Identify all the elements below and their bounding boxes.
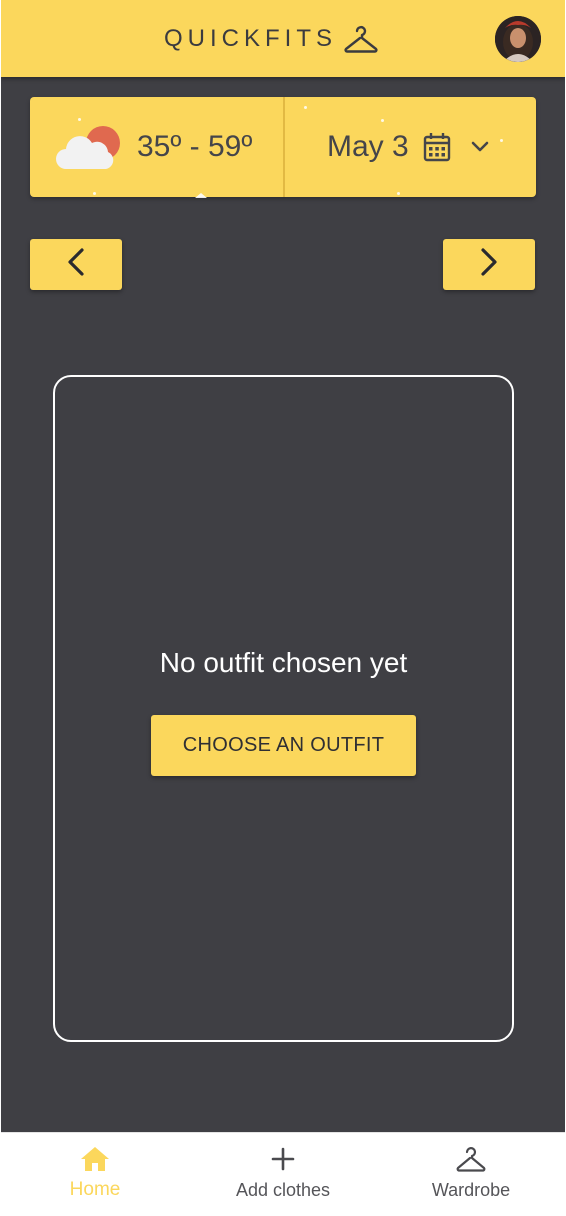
chevron-right-icon xyxy=(480,247,498,282)
tab-add-clothes[interactable]: Add clothes xyxy=(189,1133,377,1214)
tab-wardrobe[interactable]: Wardrobe xyxy=(377,1133,565,1214)
plus-icon xyxy=(270,1145,296,1173)
decor-dot xyxy=(397,192,400,195)
next-day-button[interactable] xyxy=(443,239,535,290)
hanger-icon xyxy=(343,25,379,53)
hanger-icon xyxy=(455,1145,487,1173)
decor-dot xyxy=(93,192,96,195)
outfit-panel: No outfit chosen yet CHOOSE AN OUTFIT xyxy=(53,375,514,1042)
selected-date: May 3 xyxy=(327,130,409,163)
calendar-icon xyxy=(409,132,451,162)
chevron-left-icon xyxy=(67,247,85,282)
user-avatar[interactable] xyxy=(495,16,541,62)
bottom-navigation: Home Add clothes Wardrobe xyxy=(1,1132,565,1214)
tab-home[interactable]: Home xyxy=(1,1133,189,1214)
date-selector[interactable]: May 3 xyxy=(327,127,489,167)
temperature-range: 35º - 59º xyxy=(137,130,253,163)
home-icon xyxy=(80,1145,110,1173)
choose-outfit-button[interactable]: CHOOSE AN OUTFIT xyxy=(151,715,416,776)
decor-dot xyxy=(304,106,307,109)
tab-home-label: Home xyxy=(69,1179,121,1200)
empty-outfit-message: No outfit chosen yet xyxy=(159,647,408,678)
chevron-down-icon[interactable] xyxy=(451,141,489,153)
app-screen: QUICKFITS 35º - 59º May 3 No outfit chos… xyxy=(1,0,565,1214)
decor-dot xyxy=(381,119,384,122)
app-header: QUICKFITS xyxy=(1,0,565,77)
tab-wardrobe-label: Wardrobe xyxy=(431,1180,511,1200)
decor-dot xyxy=(78,118,81,121)
partly-cloudy-icon xyxy=(54,123,124,178)
previous-day-button[interactable] xyxy=(30,239,122,290)
card-notch xyxy=(195,193,207,198)
tab-add-clothes-label: Add clothes xyxy=(235,1180,331,1200)
forecast-card: 35º - 59º May 3 xyxy=(30,97,536,197)
app-logo: QUICKFITS xyxy=(164,22,379,56)
app-name: QUICKFITS xyxy=(164,25,338,52)
decor-dot xyxy=(500,139,503,142)
card-divider xyxy=(283,97,285,197)
